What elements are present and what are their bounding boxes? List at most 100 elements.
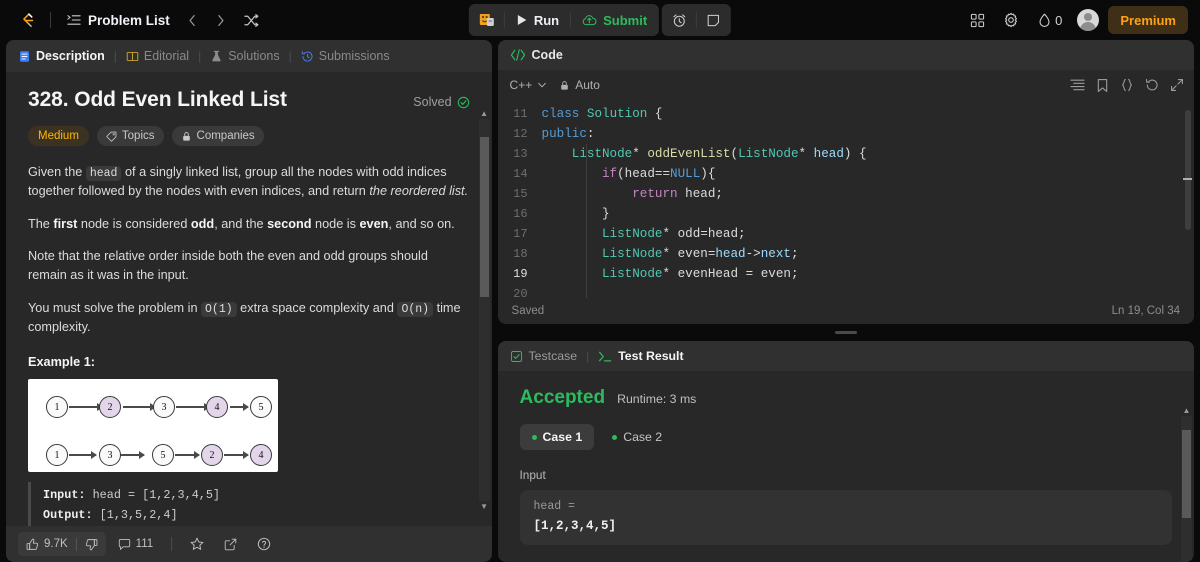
timer-button[interactable] <box>664 6 695 34</box>
submit-button[interactable]: Submit <box>572 6 657 34</box>
code-lines[interactable]: 11 class Solution {12 public: 13 ListNode* … <box>498 100 1194 298</box>
scrollbar-thumb[interactable] <box>479 137 489 297</box>
upvote-button[interactable]: 9.7K <box>18 532 76 556</box>
scrollbar-track[interactable] <box>478 119 490 501</box>
p2-b: node is considered <box>77 216 191 231</box>
resize-grip-bar[interactable] <box>834 331 857 334</box>
case-tab-1[interactable]: Case 1 <box>519 424 595 450</box>
code-line[interactable]: 12 public: <box>498 124 1194 144</box>
diagram-node: 2 <box>201 444 223 467</box>
p2-d: node is <box>311 216 360 231</box>
tab-solutions[interactable]: Solutions <box>210 49 288 63</box>
code-toolbar: C++ Auto <box>498 70 1194 100</box>
settings-button[interactable] <box>996 6 1026 34</box>
example-diagram: 1 2 3 4 5 1 3 5 2 4 <box>28 379 278 473</box>
code-editor-body[interactable]: 11 class Solution {12 public: 13 ListNode* … <box>497 100 1194 298</box>
difficulty-badge[interactable]: Medium <box>28 126 89 146</box>
code-line-text[interactable]: ListNode* even=head->next; <box>542 244 799 264</box>
code-scrollbar-thumb[interactable] <box>1185 110 1191 230</box>
code-line[interactable]: 20 <box>498 284 1194 298</box>
code-token: * <box>798 147 814 161</box>
example-io-block: Input: head = [1,2,3,4,5] Output: [1,3,5… <box>28 482 470 526</box>
result-scrollbar-track[interactable] <box>1181 416 1192 562</box>
code-line[interactable]: 18 ListNode* even=head->next; <box>498 244 1194 264</box>
result-scrollbar-thumb[interactable] <box>1182 430 1191 518</box>
language-selector[interactable]: C++ <box>510 78 548 92</box>
expand-fullscreen-icon[interactable] <box>1170 78 1184 92</box>
auto-lock-button[interactable]: Auto <box>559 78 600 92</box>
scroll-up-arrow[interactable]: ▲ <box>479 108 490 119</box>
leetcode-logo-icon[interactable] <box>12 6 42 34</box>
input-value-panel[interactable]: head = [1,2,3,4,5] <box>519 490 1172 545</box>
code-line[interactable]: 13 ListNode* oddEvenList(ListNode* head)… <box>498 144 1194 164</box>
run-button[interactable]: Run <box>506 6 569 34</box>
case-tab-1-label: Case 1 <box>542 430 583 444</box>
format-lines-icon[interactable] <box>1070 78 1085 92</box>
shuffle-problem-button[interactable] <box>238 7 266 33</box>
alarm-clock-icon <box>673 13 686 27</box>
code-line-text[interactable]: if(head==NULL){ <box>542 164 715 184</box>
result-scrollbar[interactable]: ▲ ▼ <box>1181 405 1192 562</box>
bookmark-icon[interactable] <box>1096 78 1109 93</box>
description-tab-bar: Description | Editorial | Solutions | Su… <box>6 40 492 72</box>
downvote-button[interactable] <box>77 532 106 556</box>
code-line-text[interactable]: ListNode* odd=head; <box>542 224 746 244</box>
tab-testcase[interactable]: Testcase <box>510 349 587 363</box>
code-line[interactable]: 17 ListNode* odd=head; <box>498 224 1194 244</box>
page-title: 328. Odd Even Linked List <box>28 88 287 111</box>
code-line[interactable]: 19 ListNode* evenHead = even; <box>498 264 1194 284</box>
avatar[interactable] <box>1077 9 1100 31</box>
share-button[interactable] <box>216 532 245 556</box>
result-scroll-up-arrow[interactable]: ▲ <box>1181 405 1192 416</box>
star-icon <box>190 537 204 550</box>
daily-challenge-button[interactable] <box>471 6 503 34</box>
apps-grid-button[interactable] <box>962 6 992 34</box>
problem-list-button[interactable]: Problem List <box>59 9 178 32</box>
panel-resize-handle[interactable] <box>498 330 1194 335</box>
code-line-text[interactable]: class Solution { <box>542 104 663 124</box>
prev-problem-button[interactable] <box>180 7 206 33</box>
nav-left-group: Problem List <box>0 6 266 34</box>
case-tab-row: Case 1 Case 2 <box>519 424 1172 450</box>
curly-braces-icon[interactable] <box>1120 78 1134 92</box>
minimap-marker <box>1183 178 1192 180</box>
description-panel: Description | Editorial | Solutions | Su… <box>6 40 492 562</box>
code-line-text[interactable]: } <box>542 204 610 224</box>
tab-test-result[interactable]: Test Result <box>598 349 692 363</box>
scroll-down-arrow[interactable]: ▼ <box>479 501 490 512</box>
comments-button[interactable]: 111 <box>110 532 161 556</box>
code-line[interactable]: 11 class Solution { <box>498 104 1194 124</box>
tab-divider: | <box>288 49 292 63</box>
code-line-text[interactable]: ListNode* evenHead = even; <box>542 264 799 284</box>
tab-editorial[interactable]: Editorial <box>126 49 198 63</box>
description-scrollbar[interactable]: ▲ ▼ <box>478 108 490 511</box>
favorite-button[interactable] <box>182 532 212 556</box>
code-line[interactable]: 15 return head; <box>498 184 1194 204</box>
code-line[interactable]: 16 } <box>498 204 1194 224</box>
tab-submissions[interactable]: Submissions <box>301 49 399 63</box>
code-line-text[interactable]: public: <box>542 124 595 144</box>
p4-a: You must solve the problem in <box>28 300 202 315</box>
premium-button[interactable]: Premium <box>1108 6 1188 34</box>
code-token: ; <box>790 247 799 261</box>
undo-reset-icon[interactable] <box>1145 78 1159 92</box>
code-scrollbar[interactable] <box>1182 100 1194 298</box>
streak-counter[interactable]: 0 <box>1030 6 1070 34</box>
help-button[interactable] <box>249 532 279 556</box>
case-tab-2[interactable]: Case 2 <box>600 424 674 450</box>
notes-button[interactable] <box>698 6 729 34</box>
diagram-link <box>123 402 156 414</box>
companies-button[interactable]: Companies <box>171 126 264 146</box>
next-problem-button[interactable] <box>208 7 234 33</box>
on-code-token: O(n) <box>397 301 434 317</box>
code-line-text[interactable]: return head; <box>542 184 723 204</box>
p2-b2: odd <box>190 216 215 231</box>
comment-count: 111 <box>135 538 154 550</box>
code-line[interactable]: 14 if(head==NULL){ <box>498 164 1194 184</box>
tab-description[interactable]: Description <box>18 49 114 63</box>
topics-button[interactable]: Topics <box>96 126 164 146</box>
diagram-link <box>117 450 145 462</box>
result-content: Accepted Runtime: 3 ms Case 1 Case 2 Inp… <box>498 371 1194 562</box>
code-line-text[interactable]: ListNode* oddEvenList(ListNode* head) { <box>542 144 867 164</box>
tab-testcase-label: Testcase <box>528 349 578 363</box>
